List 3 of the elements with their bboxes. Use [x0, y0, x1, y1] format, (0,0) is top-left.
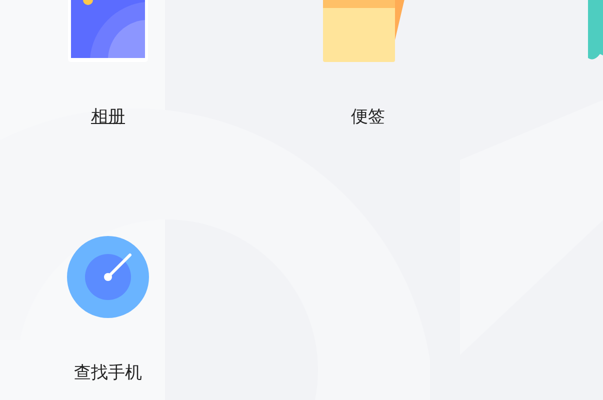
- app-link[interactable]: 相册: [91, 107, 125, 127]
- app-link[interactable]: 查找手机: [74, 363, 142, 383]
- app-link[interactable]: 便签: [351, 107, 385, 127]
